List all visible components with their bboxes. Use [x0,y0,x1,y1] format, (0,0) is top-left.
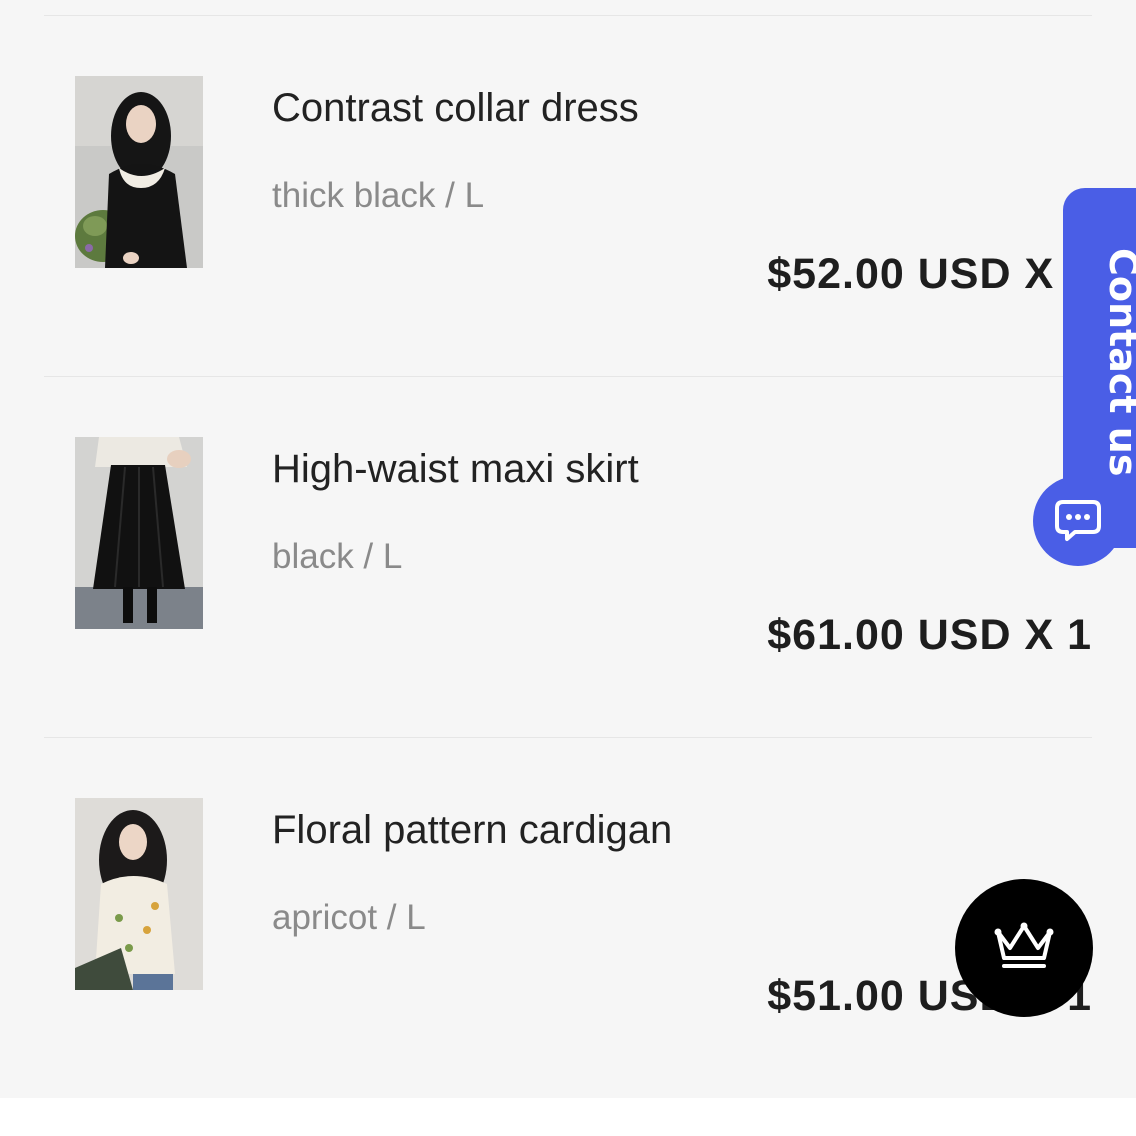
chat-button[interactable] [1033,476,1123,566]
product-thumbnail-skirt[interactable] [75,437,203,629]
skirt-photo [75,437,203,629]
product-price-quantity: $61.00 USD X 1 [767,611,1092,659]
product-thumbnail-cardigan[interactable] [75,798,203,990]
product-variant: black / L [272,537,403,576]
contact-us-label: Contact us [1101,248,1136,477]
product-title[interactable]: Contrast collar dress [272,86,639,131]
crown-icon [992,920,1056,977]
product-price-quantity: $52.00 USD X 1 [767,250,1092,298]
product-title[interactable]: High-waist maxi skirt [272,447,639,492]
product-variant: thick black / L [272,176,485,215]
cart-item[interactable]: Contrast collar dress thick black / L $5… [0,76,1136,436]
chat-bubble-icon [1053,494,1103,549]
divider [44,737,1092,738]
divider [44,15,1092,16]
cardigan-photo [75,798,203,990]
product-thumbnail-dress[interactable] [75,76,203,268]
cart-page: Contrast collar dress thick black / L $5… [0,0,1136,1136]
cart-item[interactable]: High-waist maxi skirt black / L $61.00 U… [0,437,1136,797]
product-variant: apricot / L [272,898,426,937]
rewards-button[interactable] [955,879,1093,1017]
dress-photo [75,76,203,268]
divider [44,376,1092,377]
product-title[interactable]: Floral pattern cardigan [272,808,672,853]
